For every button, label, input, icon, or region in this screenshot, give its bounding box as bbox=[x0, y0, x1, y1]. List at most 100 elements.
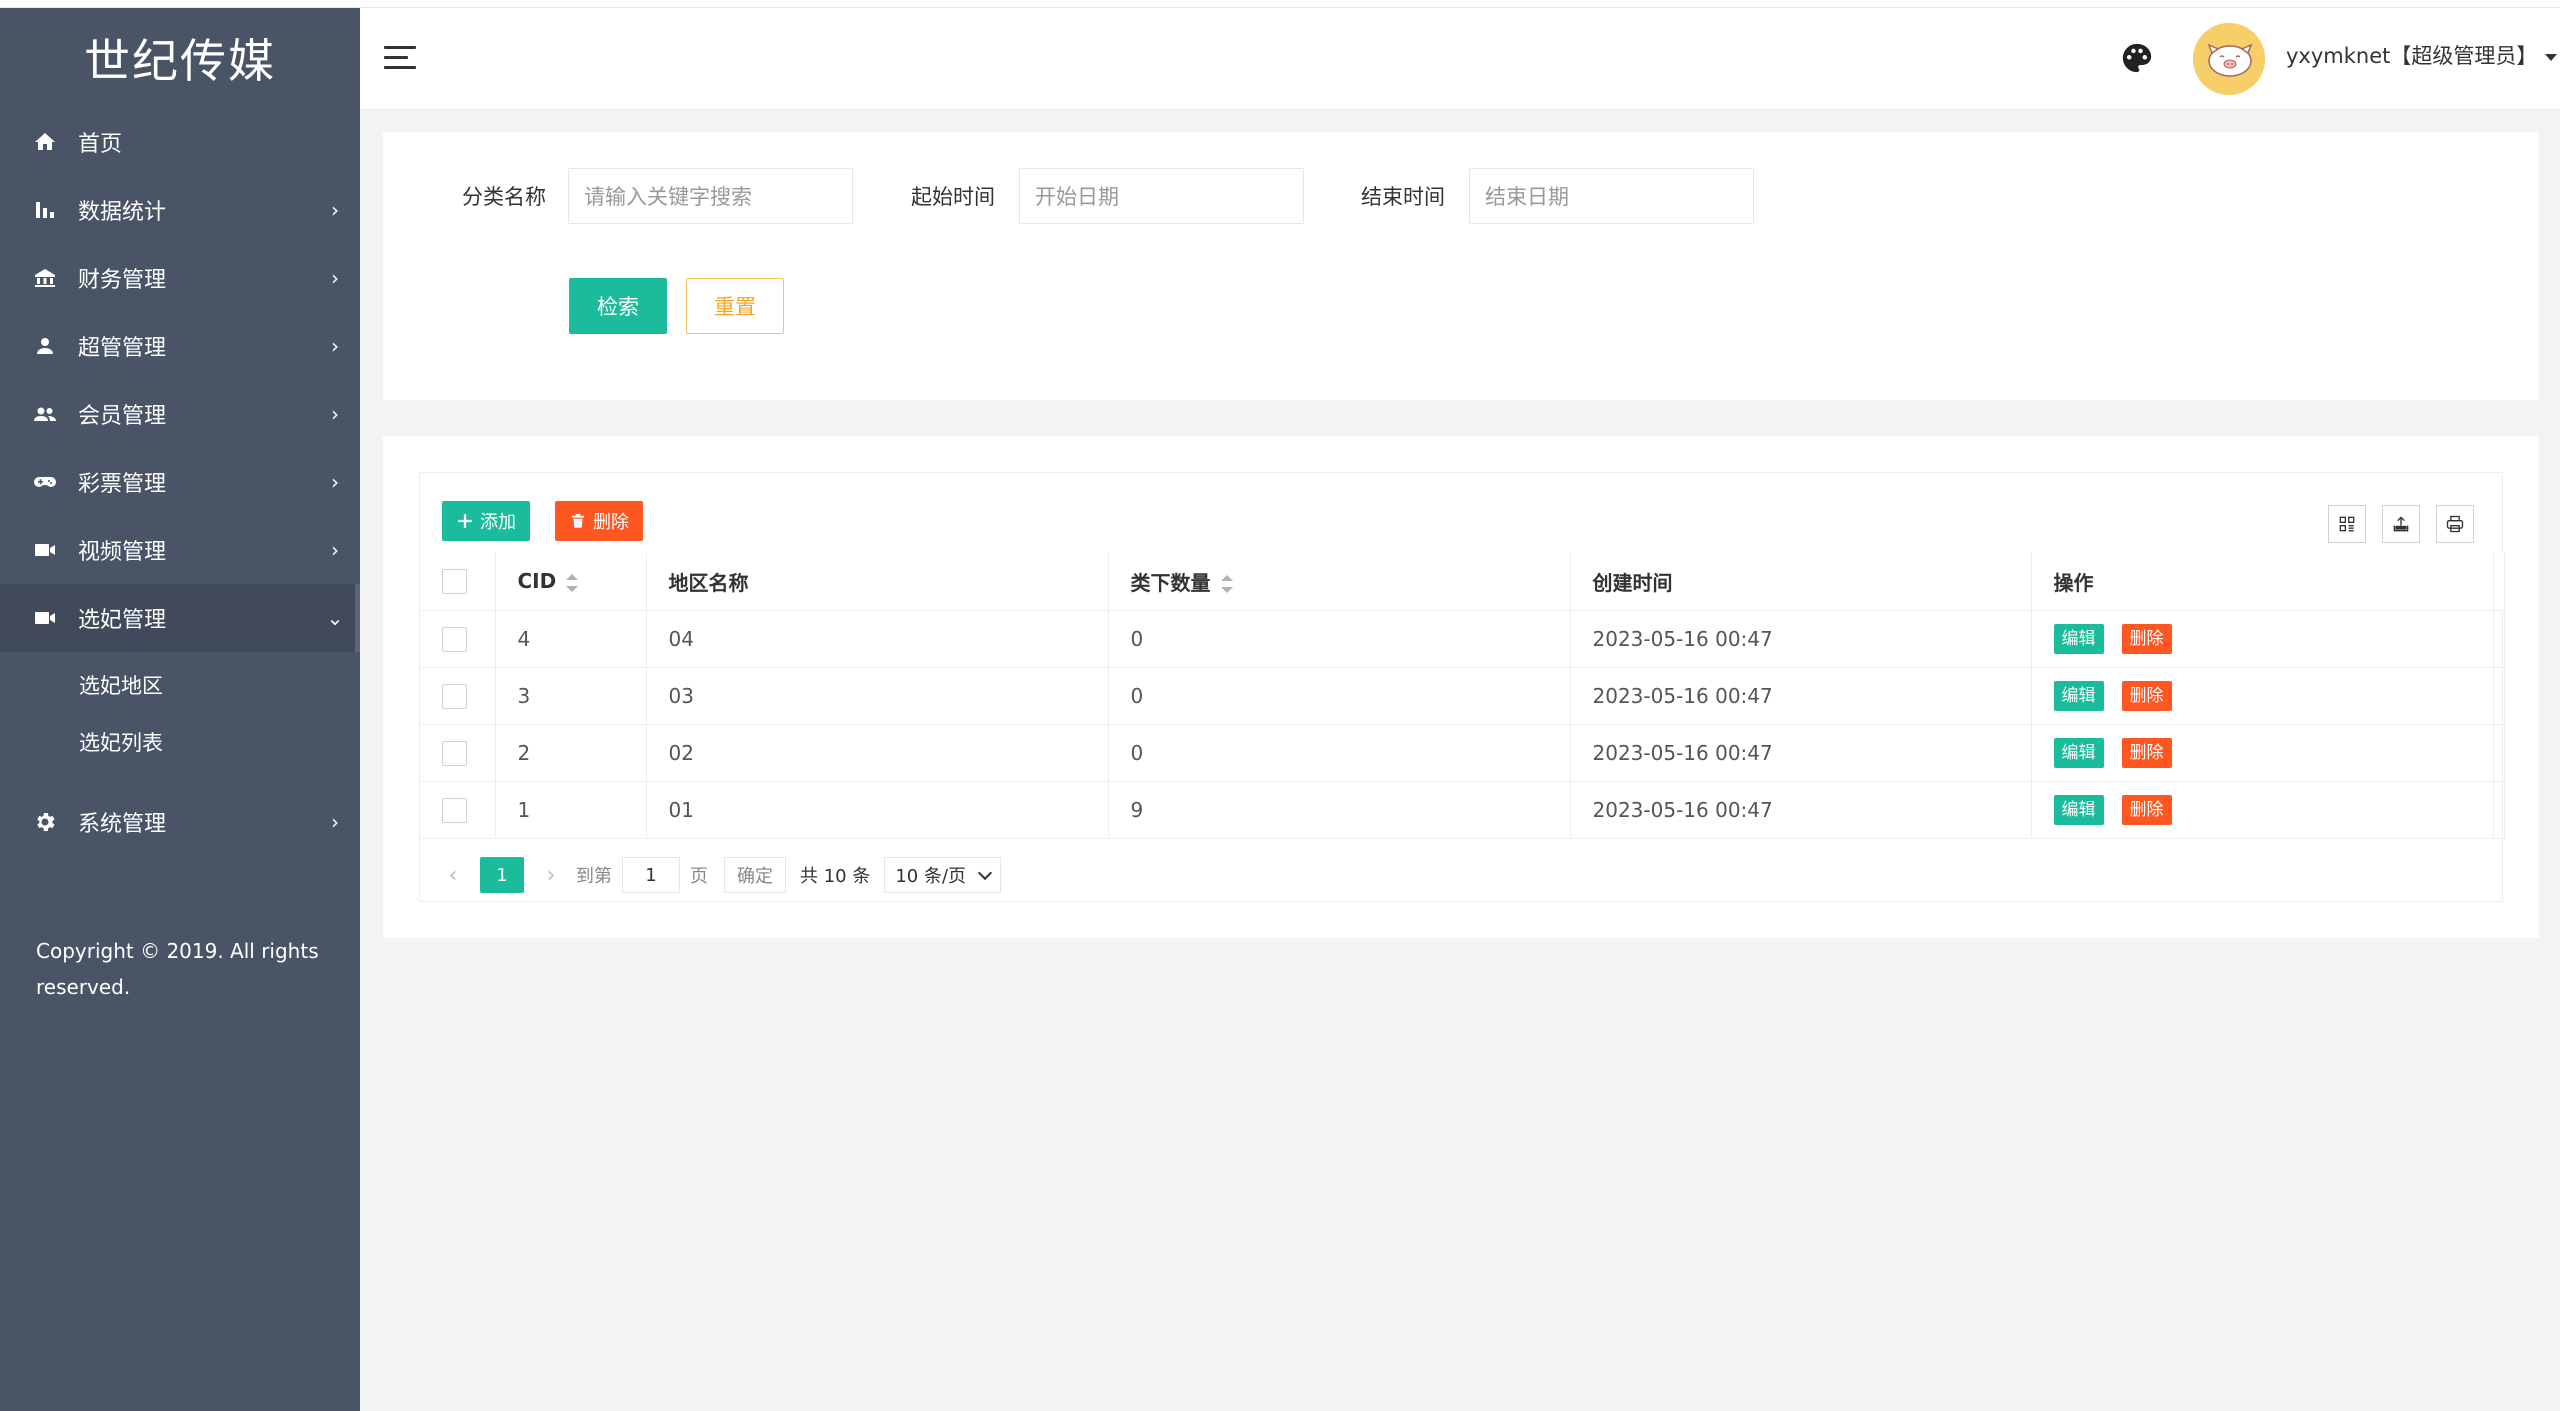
row-checkbox[interactable] bbox=[442, 797, 467, 823]
batch-delete-button[interactable]: 删除 bbox=[555, 501, 643, 541]
cell-region-name: 02 bbox=[646, 724, 1109, 782]
user-menu[interactable]: yxymknet【超级管理员】 bbox=[2286, 40, 2558, 70]
print-icon[interactable] bbox=[2436, 505, 2474, 543]
sidebar-item-label: 超管管理 bbox=[78, 336, 167, 361]
table-row: 3 03 0 2023-05-16 00:47 编辑 删除 bbox=[420, 667, 2505, 725]
sort-icon[interactable] bbox=[1220, 575, 1233, 594]
delete-button[interactable]: 删除 bbox=[2121, 623, 2172, 654]
column-header-count[interactable]: 类下数量 bbox=[1108, 553, 1571, 611]
cell-count: 0 bbox=[1108, 610, 1571, 668]
edit-button[interactable]: 编辑 bbox=[2053, 680, 2104, 711]
reset-button[interactable]: 重置 bbox=[686, 278, 784, 334]
submenu-item-regions[interactable]: 选妃地区 bbox=[0, 658, 360, 715]
add-button-label: 添加 bbox=[480, 512, 516, 533]
start-date-input[interactable]: 开始日期 bbox=[1019, 168, 1304, 224]
sidebar-item-members[interactable]: 会员管理 › bbox=[0, 380, 360, 448]
page-size-select[interactable]: 10 条/页 bbox=[884, 857, 1002, 893]
page-unit-label: 页 bbox=[690, 866, 708, 887]
sidebar-item-finance[interactable]: 财务管理 › bbox=[0, 244, 360, 312]
row-select-cell bbox=[420, 610, 496, 668]
cell-actions: 编辑 删除 bbox=[2031, 610, 2494, 668]
gear-icon bbox=[32, 809, 58, 835]
delete-button[interactable]: 删除 bbox=[2121, 680, 2172, 711]
sidebar-item-videos[interactable]: 视频管理 › bbox=[0, 516, 360, 584]
edit-button[interactable]: 编辑 bbox=[2053, 737, 2104, 768]
cell-cid: 3 bbox=[495, 667, 647, 725]
users-icon bbox=[32, 401, 58, 427]
column-filler bbox=[2493, 553, 2505, 611]
cell-created: 2023-05-16 00:47 bbox=[1570, 781, 2032, 839]
search-button[interactable]: 检索 bbox=[569, 278, 667, 334]
cell-count: 0 bbox=[1108, 724, 1571, 782]
category-search-input[interactable]: 请输入关键字搜索 bbox=[568, 168, 853, 224]
cell-created: 2023-05-16 00:47 bbox=[1570, 610, 2032, 668]
select-all-cell bbox=[420, 553, 496, 611]
cell-cid: 1 bbox=[495, 781, 647, 839]
cell-created: 2023-05-16 00:47 bbox=[1570, 724, 2032, 782]
brand-logo[interactable]: 世纪传媒 bbox=[0, 8, 360, 108]
goto-confirm-button[interactable]: 确定 bbox=[724, 857, 786, 893]
sort-icon[interactable] bbox=[566, 573, 579, 592]
cell-region-name: 03 bbox=[646, 667, 1109, 725]
end-time-label: 结束时间 bbox=[1361, 185, 1445, 209]
add-button[interactable]: 添加 bbox=[442, 501, 530, 541]
table-row: 2 02 0 2023-05-16 00:47 编辑 删除 bbox=[420, 724, 2505, 782]
sidebar-item-label: 财务管理 bbox=[78, 268, 167, 293]
gamepad-icon bbox=[32, 469, 58, 495]
chevron-down-icon bbox=[977, 865, 993, 881]
menu-toggle-icon[interactable] bbox=[384, 44, 416, 72]
column-header-actions: 操作 bbox=[2031, 553, 2494, 611]
home-icon bbox=[32, 129, 58, 155]
chevron-right-icon: › bbox=[331, 334, 339, 358]
edit-button[interactable]: 编辑 bbox=[2053, 623, 2104, 654]
delete-button[interactable]: 删除 bbox=[2121, 794, 2172, 825]
sidebar-item-statistics[interactable]: 数据统计 › bbox=[0, 176, 360, 244]
edit-button[interactable]: 编辑 bbox=[2053, 794, 2104, 825]
data-table: CID 地区名称 类下数量 创建时间 操作 4 04 0 2023-05-16 … bbox=[420, 553, 2505, 839]
end-date-input[interactable]: 结束日期 bbox=[1469, 168, 1754, 224]
table-card: 添加 删除 CID 地区名称 类下数量 创建时间 操作 4 04 0 2023-… bbox=[383, 436, 2539, 938]
row-checkbox[interactable] bbox=[442, 626, 467, 652]
columns-filter-icon[interactable] bbox=[2328, 505, 2366, 543]
goto-page-input[interactable]: 1 bbox=[622, 857, 680, 893]
page-1-button[interactable]: 1 bbox=[480, 857, 524, 893]
plus-icon bbox=[458, 514, 472, 528]
cell-actions: 编辑 删除 bbox=[2031, 724, 2494, 782]
delete-button[interactable]: 删除 bbox=[2121, 737, 2172, 768]
next-page-icon[interactable]: › bbox=[536, 863, 566, 888]
column-header-cid[interactable]: CID bbox=[495, 553, 647, 611]
export-icon[interactable] bbox=[2382, 505, 2420, 543]
palette-icon[interactable] bbox=[2120, 41, 2154, 75]
row-checkbox[interactable] bbox=[442, 740, 467, 766]
sidebar-item-label: 视频管理 bbox=[78, 540, 167, 565]
avatar[interactable] bbox=[2193, 23, 2265, 95]
cell-created: 2023-05-16 00:47 bbox=[1570, 667, 2032, 725]
chevron-right-icon: › bbox=[331, 266, 339, 290]
sidebar-item-label: 首页 bbox=[78, 132, 123, 157]
select-all-checkbox[interactable] bbox=[442, 569, 467, 595]
chevron-right-icon: › bbox=[331, 810, 339, 834]
sidebar-item-xuanfei[interactable]: 选妃管理 ⌄ bbox=[0, 584, 360, 652]
row-checkbox[interactable] bbox=[442, 683, 467, 709]
sidebar-item-system[interactable]: 系统管理 › bbox=[0, 788, 360, 856]
prev-page-icon[interactable]: ‹ bbox=[438, 863, 468, 888]
sidebar-item-home[interactable]: 首页 bbox=[0, 108, 360, 176]
trash-icon bbox=[572, 513, 584, 528]
category-label: 分类名称 bbox=[462, 185, 546, 209]
cell-filler bbox=[2493, 781, 2505, 839]
submenu-item-list[interactable]: 选妃列表 bbox=[0, 715, 360, 772]
pagination: ‹ 1 › 到第 1 页 确定 共 10 条 10 条/页 bbox=[420, 849, 2502, 901]
start-time-label: 起始时间 bbox=[911, 185, 995, 209]
cell-filler bbox=[2493, 610, 2505, 668]
cell-actions: 编辑 删除 bbox=[2031, 667, 2494, 725]
sidebar-item-admin[interactable]: 超管管理 › bbox=[0, 312, 360, 380]
top-border bbox=[0, 0, 2560, 8]
bank-icon bbox=[32, 265, 58, 291]
sidebar-item-label: 系统管理 bbox=[78, 812, 167, 837]
column-header-created: 创建时间 bbox=[1570, 553, 2032, 611]
sidebar: 世纪传媒 首页 数据统计 › 财务管理 › 超管管理 › 会员管理 › 彩票管理… bbox=[0, 8, 360, 1411]
video-icon bbox=[32, 537, 58, 563]
cell-cid: 4 bbox=[495, 610, 647, 668]
sidebar-item-lottery[interactable]: 彩票管理 › bbox=[0, 448, 360, 516]
table-header-row: CID 地区名称 类下数量 创建时间 操作 bbox=[420, 553, 2505, 611]
